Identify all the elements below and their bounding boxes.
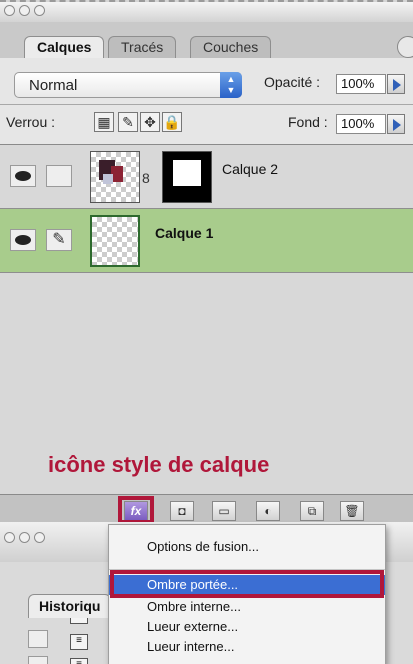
fx-icon-highlight [118,496,154,524]
lock-label: Verrou : [6,114,56,130]
tab-couches[interactable]: Couches [190,36,272,58]
palette-tab-row: Calques Tracés Couches [0,22,413,59]
adjustment-layer-icon[interactable]: ◐ [256,501,280,521]
menu-item-inner-glow[interactable]: Lueur interne... [109,637,385,657]
visibility-eye-icon[interactable] [10,165,36,187]
visibility-eye-icon[interactable] [10,229,36,251]
zoom-window-button[interactable] [34,5,45,16]
close-window-button[interactable] [4,532,15,543]
layer-thumbnail [90,215,140,267]
fill-label: Fond : [288,114,328,130]
palette-title-bar[interactable] [0,0,413,22]
menu-item-blending-options[interactable]: Options de fusion... [109,537,385,557]
image-content-icon [99,160,123,184]
triangle-right-icon [393,119,401,131]
tab-historique[interactable]: Historiqu [28,594,112,618]
tab-traces[interactable]: Tracés [108,36,177,58]
history-snapshot-box[interactable] [28,630,48,648]
layer-thumbnail [90,151,140,203]
trash-icon[interactable]: 🗑 [340,501,364,521]
history-step-icon: ≡ [70,658,88,664]
new-group-folder-icon[interactable]: ▭ [212,501,236,521]
minimize-window-button[interactable] [19,5,30,16]
layer-name: Calque 1 [155,225,214,241]
fill-slider-button[interactable] [387,114,405,134]
close-window-button[interactable] [4,5,15,16]
layers-panel-screenshot: Calques Tracés Couches Normal ▲ ▼ Opacité… [0,0,413,664]
select-arrows-icon: ▲ ▼ [220,72,242,98]
layer-link-box[interactable] [46,165,72,187]
annotation-label: icône style de calque [48,452,270,477]
new-layer-icon[interactable]: ⧉ [300,501,324,521]
history-snapshot-box[interactable] [28,656,48,664]
layer-bottom-toolbar: fx ◘ ▭ ◐ ⧉ 🗑 [0,494,413,523]
menu-item-inner-shadow[interactable]: Ombre interne... [109,597,385,617]
triangle-right-icon [393,79,401,91]
lock-all-icon[interactable]: 🔒 [162,112,182,132]
tab-calques[interactable]: Calques [24,36,105,59]
blend-mode-select[interactable]: Normal ▲ ▼ [14,72,242,98]
options-divider [0,104,413,105]
menu-item-outer-glow[interactable]: Lueur externe... [109,617,385,637]
opacity-label: Opacité : [264,74,321,90]
history-step-icon: ≡ [70,634,88,650]
opacity-input[interactable]: 100% [336,74,386,94]
opacity-slider-button[interactable] [387,74,405,94]
drop-shadow-highlight [110,570,384,598]
palette-menu-button[interactable] [397,36,413,58]
fill-input[interactable]: 100% [336,114,386,134]
layer-row-calque-2[interactable]: 8 Calque 2 [0,145,413,209]
blend-mode-value: Normal [29,77,78,94]
lock-move-icon[interactable]: ✥ [140,112,160,132]
zoom-window-button[interactable] [34,532,45,543]
minimize-window-button[interactable] [19,532,30,543]
layer-options-bar: Normal ▲ ▼ Opacité : 100% Verrou : ▦ ✎ ✥ … [0,58,413,144]
layer-list: 8 Calque 2 ✎ Calque 1 [0,144,413,495]
lock-transparency-icon[interactable]: ▦ [94,112,114,132]
lock-brush-icon[interactable]: ✎ [118,112,138,132]
add-mask-icon[interactable]: ◘ [170,501,194,521]
brush-icon[interactable]: ✎ [46,229,72,251]
layer-name: Calque 2 [222,161,279,177]
chain-link-icon: 8 [142,170,150,186]
layer-row-calque-1[interactable]: ✎ Calque 1 [0,209,413,273]
layer-mask-thumbnail[interactable] [162,151,212,203]
